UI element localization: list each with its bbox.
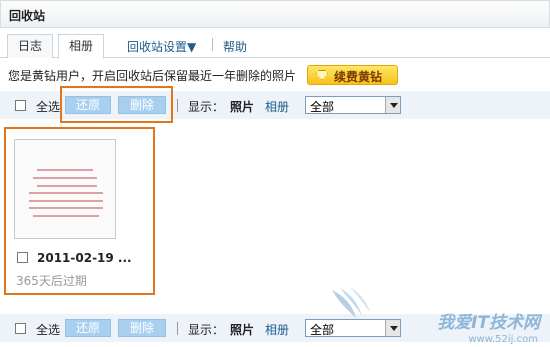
title-bar: 回收站 [0, 0, 550, 28]
display-albums-link[interactable]: 相册 [265, 98, 289, 115]
watermark-url: www.52ij.com [468, 334, 538, 345]
filter-select-bottom[interactable]: 全部 [305, 319, 401, 337]
display-photos-bottom: 照片 [230, 323, 255, 337]
renew-vip-label: 续费黄钻 [334, 70, 383, 84]
display-photos: 照片 [230, 100, 255, 114]
display-albums-link-bottom[interactable]: 相册 [265, 321, 289, 338]
highlight-box-buttons [60, 86, 173, 123]
select-all-label-bottom: 全选 [36, 323, 61, 337]
watermark-title: 我爱IT技术网 [437, 313, 540, 333]
highlight-box-photo [4, 127, 155, 295]
retention-notice: 您是黄钻用户，开启回收站后保留最近一年删除的照片 [8, 69, 297, 83]
filter-select[interactable]: 全部 [305, 96, 401, 114]
filter-value: 全部 [310, 100, 335, 114]
nav-divider [212, 38, 213, 51]
tab-diary[interactable]: 日志 [7, 34, 54, 58]
tab-bar: 日志 相册 回收站设置▼ 帮助 [0, 28, 550, 59]
diamond-icon [316, 70, 328, 80]
renew-vip-button[interactable]: 续费黄钻 [307, 65, 398, 85]
display-label: 显示： [188, 100, 225, 114]
recycle-settings-link[interactable]: 回收站设置▼ [127, 38, 196, 55]
chevron-down-icon [385, 320, 400, 336]
filter-value-bottom: 全部 [310, 323, 335, 337]
wing-logo-icon [332, 287, 370, 318]
select-all-checkbox[interactable] [15, 100, 26, 111]
help-link[interactable]: 帮助 [223, 38, 247, 55]
page-title: 回收站 [9, 9, 46, 23]
restore-button-bottom[interactable]: 还原 [65, 319, 111, 337]
delete-button-bottom[interactable]: 删除 [118, 319, 166, 337]
select-all-checkbox-bottom[interactable] [15, 323, 26, 334]
action-divider-bottom [177, 322, 178, 335]
tab-albums[interactable]: 相册 [58, 34, 105, 59]
action-divider [177, 99, 178, 112]
chevron-down-icon [385, 97, 400, 113]
select-all-label: 全选 [36, 100, 61, 114]
display-label-bottom: 显示： [188, 323, 225, 337]
